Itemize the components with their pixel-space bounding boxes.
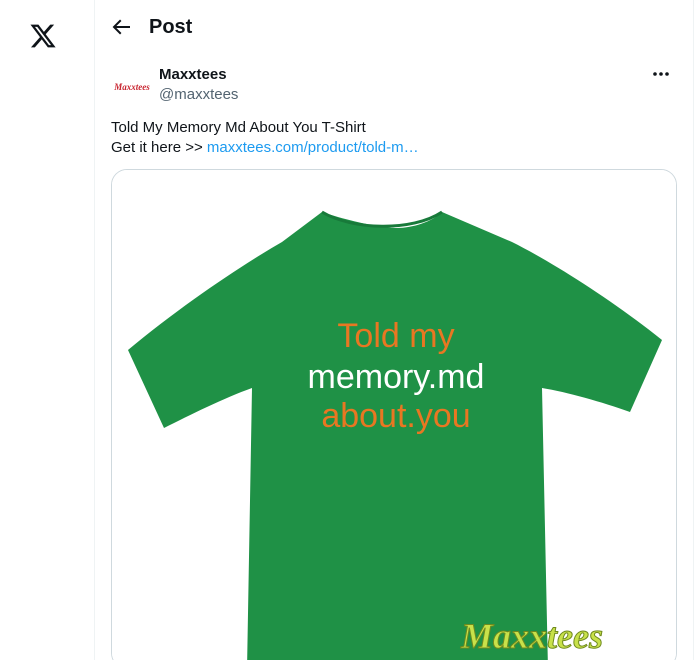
avatar[interactable]: Maxxtees [112, 67, 152, 107]
left-nav-rail [0, 0, 95, 660]
tshirt-image: Told my memory.md about.you Maxxtees [112, 170, 676, 660]
post-text-prefix: Get it here >> [111, 139, 207, 156]
avatar-logo-text: Maxxtees [113, 82, 150, 92]
back-button[interactable] [109, 15, 133, 39]
page-title: Post [149, 16, 193, 38]
author-handle[interactable]: @maxxtees [159, 86, 238, 104]
shirt-text-line-2: memory.md [308, 358, 485, 396]
x-logo-icon[interactable] [29, 22, 57, 50]
more-button[interactable] [649, 62, 673, 86]
watermark-logo: Maxxtees [460, 616, 603, 656]
post-text-line-2: Get it here >> maxxtees.com/product/told… [111, 138, 671, 158]
product-link[interactable]: maxxtees.com/product/told-m… [207, 139, 419, 156]
header: Post [95, 0, 694, 53]
post-text-line-1: Told My Memory Md About You T-Shirt [111, 119, 366, 136]
post-text: Told My Memory Md About You T-Shirt Get … [111, 118, 671, 158]
author-display-name[interactable]: Maxxtees [159, 66, 227, 84]
main-column: Post Maxxtees Maxxtees @maxxtees Told My… [95, 0, 694, 660]
shirt-text-line-1: Told my [337, 317, 454, 355]
shirt-text-line-3: about.you [321, 397, 470, 435]
more-horizontal-icon [653, 72, 669, 76]
right-edge [694, 0, 700, 660]
media-card[interactable]: Told my memory.md about.you Maxxtees [111, 169, 677, 660]
arrow-left-icon [112, 19, 130, 35]
